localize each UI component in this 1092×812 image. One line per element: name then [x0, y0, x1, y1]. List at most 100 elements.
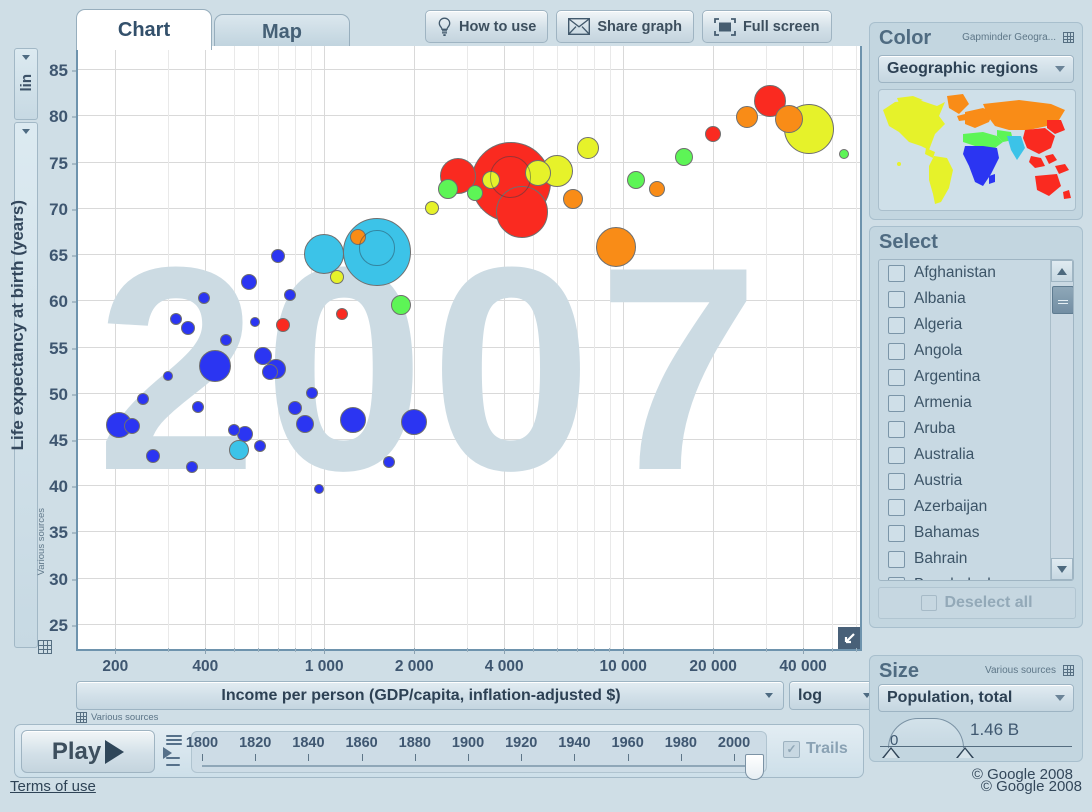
- chart-bubble[interactable]: [649, 181, 666, 198]
- how-to-use-label: How to use: [459, 18, 537, 35]
- list-item[interactable]: Armenia: [879, 390, 1051, 416]
- country-checkbox[interactable]: [888, 264, 905, 282]
- list-item[interactable]: Bahamas: [879, 520, 1051, 546]
- chart-bubble[interactable]: [180, 321, 195, 335]
- country-checkbox[interactable]: [888, 472, 905, 490]
- country-list-scrollbar[interactable]: [1050, 260, 1073, 580]
- chart-bubble[interactable]: [329, 270, 344, 285]
- x-axis-source-note[interactable]: Various sources: [76, 712, 158, 723]
- chart-bubble[interactable]: [228, 423, 241, 436]
- deselect-all-checkbox[interactable]: [921, 595, 938, 611]
- resize-handle[interactable]: [838, 627, 860, 649]
- full-screen-button[interactable]: Full screen: [701, 10, 832, 43]
- chart-bubble[interactable]: [146, 448, 161, 463]
- chart-bubble[interactable]: [304, 234, 345, 275]
- chart-bubble[interactable]: [191, 400, 204, 413]
- x-axis-tick-mark: [713, 648, 715, 654]
- chevron-down-icon-2: [22, 129, 30, 134]
- chart-bubble[interactable]: [295, 415, 314, 434]
- chart-bubble[interactable]: [563, 188, 584, 209]
- chart-bubble[interactable]: [390, 294, 411, 315]
- x-axis-scale-label: log: [798, 686, 822, 704]
- chart-bubble[interactable]: [197, 292, 210, 305]
- chart-bubble[interactable]: [596, 226, 637, 267]
- chart-bubble[interactable]: [240, 273, 257, 290]
- size-legend[interactable]: 0 1.46 B: [878, 718, 1074, 758]
- chart-bubble[interactable]: [198, 349, 231, 382]
- share-graph-button[interactable]: Share graph: [556, 10, 694, 43]
- speed-control[interactable]: [163, 733, 185, 769]
- y-axis-scale-button[interactable]: lin: [14, 48, 38, 120]
- x-axis-tick-mark: [205, 648, 207, 654]
- country-checkbox[interactable]: [888, 498, 905, 516]
- country-checkbox[interactable]: [888, 394, 905, 412]
- list-item[interactable]: Albania: [879, 286, 1051, 312]
- chart-bubble[interactable]: [306, 386, 319, 399]
- y-axis-tick-label: 50: [49, 384, 68, 404]
- chart-plot-area[interactable]: 2007: [76, 46, 862, 651]
- trails-checkbox[interactable]: ✓: [783, 740, 800, 758]
- list-item[interactable]: Argentina: [879, 364, 1051, 390]
- chart-bubble[interactable]: [313, 483, 324, 494]
- chart-bubble[interactable]: [736, 106, 759, 129]
- chart-bubble[interactable]: [185, 460, 198, 473]
- country-checkbox[interactable]: [888, 446, 905, 464]
- country-checkbox[interactable]: [888, 368, 905, 386]
- chart-bubble[interactable]: [576, 136, 599, 159]
- world-map-legend[interactable]: [878, 89, 1076, 211]
- chart-bubble[interactable]: [254, 346, 273, 365]
- terms-of-use-link[interactable]: Terms of use: [10, 778, 96, 795]
- deselect-all-button[interactable]: Deselect all: [878, 587, 1076, 619]
- scroll-down-button[interactable]: [1051, 558, 1073, 580]
- size-handle-max[interactable]: [956, 747, 974, 758]
- tab-chart-label: Chart: [117, 18, 171, 41]
- chart-bubble[interactable]: [284, 288, 297, 301]
- chart-bubble[interactable]: [675, 147, 694, 166]
- country-label: Azerbaijan: [914, 498, 988, 515]
- color-variable-select[interactable]: Geographic regions: [878, 55, 1074, 83]
- size-variable-select[interactable]: Population, total: [878, 684, 1074, 712]
- list-item[interactable]: Azerbaijan: [879, 494, 1051, 520]
- y-axis-tick-label: 80: [49, 107, 68, 127]
- trails-toggle[interactable]: ✓ Trails: [783, 740, 848, 758]
- list-item[interactable]: Aruba: [879, 416, 1051, 442]
- play-button[interactable]: Play: [21, 730, 155, 773]
- timeline-thumb[interactable]: [744, 754, 764, 780]
- size-source-grid-icon[interactable]: [1063, 665, 1074, 676]
- chart-bubble[interactable]: [270, 248, 285, 263]
- color-source-grid-icon[interactable]: [1063, 32, 1074, 43]
- scrollbar-thumb[interactable]: [1052, 286, 1073, 314]
- size-handle-min[interactable]: [882, 747, 900, 758]
- timeline-year-tick: [202, 754, 203, 761]
- how-to-use-button[interactable]: How to use: [425, 10, 549, 43]
- tab-chart[interactable]: Chart: [76, 9, 212, 50]
- country-checkbox[interactable]: [888, 576, 905, 580]
- country-checkbox[interactable]: [888, 420, 905, 438]
- chart-bubble[interactable]: [705, 125, 722, 142]
- scroll-up-button[interactable]: [1051, 260, 1073, 282]
- timeline-year-label: 1940: [558, 735, 591, 751]
- tab-map[interactable]: Map: [214, 14, 350, 49]
- list-item[interactable]: Australia: [879, 442, 1051, 468]
- list-item[interactable]: Angola: [879, 338, 1051, 364]
- country-list[interactable]: Afghanistan Albania Algeria Angola Argentina…: [878, 259, 1074, 581]
- list-item[interactable]: Algeria: [879, 312, 1051, 338]
- list-item[interactable]: Austria: [879, 468, 1051, 494]
- list-item[interactable]: Afghanistan: [879, 260, 1051, 286]
- chart-bubble[interactable]: [839, 149, 850, 160]
- country-checkbox[interactable]: [888, 342, 905, 360]
- country-checkbox[interactable]: [888, 316, 905, 334]
- chart-bubble[interactable]: [438, 179, 459, 200]
- country-checkbox[interactable]: [888, 524, 905, 542]
- chart-bubble[interactable]: [162, 371, 173, 382]
- list-item[interactable]: Bangladesh: [879, 572, 1051, 580]
- country-checkbox[interactable]: [888, 550, 905, 568]
- x-axis-scale-select[interactable]: log: [789, 681, 880, 710]
- country-label: Armenia: [914, 394, 972, 411]
- y-axis-tick-label: 65: [49, 246, 68, 266]
- x-axis-variable-select[interactable]: Income per person (GDP/capita, inflation…: [76, 681, 784, 710]
- country-checkbox[interactable]: [888, 290, 905, 308]
- timeline-track[interactable]: 1800 1820 1840 1860 1880 1900 1920 1940 1960 1980…: [186, 731, 767, 780]
- list-item[interactable]: Bahrain: [879, 546, 1051, 572]
- chart-bubble[interactable]: [626, 171, 645, 190]
